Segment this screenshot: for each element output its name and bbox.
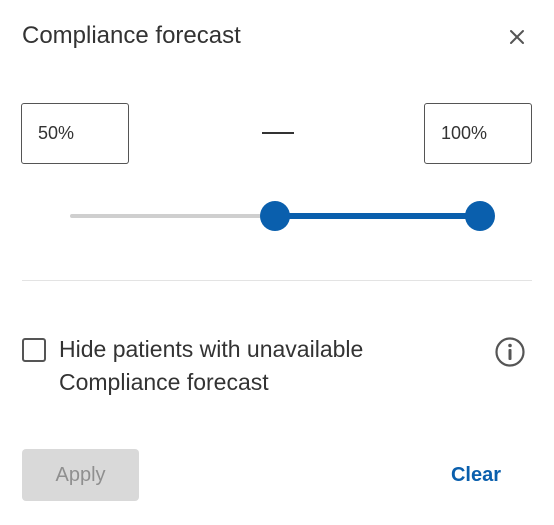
info-button[interactable] [494,336,526,368]
range-max-input[interactable] [424,103,532,164]
panel-title: Compliance forecast [22,22,241,49]
clear-button[interactable]: Clear [440,449,512,501]
compliance-forecast-filter-panel: Compliance forecast Hide patients with u… [0,0,554,525]
close-icon [510,30,524,44]
hide-unavailable-checkbox[interactable] [22,338,46,362]
hide-unavailable-label[interactable]: Hide patients with unavailable Complianc… [59,333,449,399]
slider-min-handle[interactable] [260,201,290,231]
divider [22,280,532,281]
range-separator [262,132,294,134]
info-icon [495,337,525,367]
range-slider[interactable] [70,200,495,232]
slider-selected-range [275,213,480,219]
apply-button[interactable]: Apply [22,449,139,501]
range-min-input[interactable] [21,103,129,164]
close-button[interactable] [506,26,528,48]
slider-max-handle[interactable] [465,201,495,231]
